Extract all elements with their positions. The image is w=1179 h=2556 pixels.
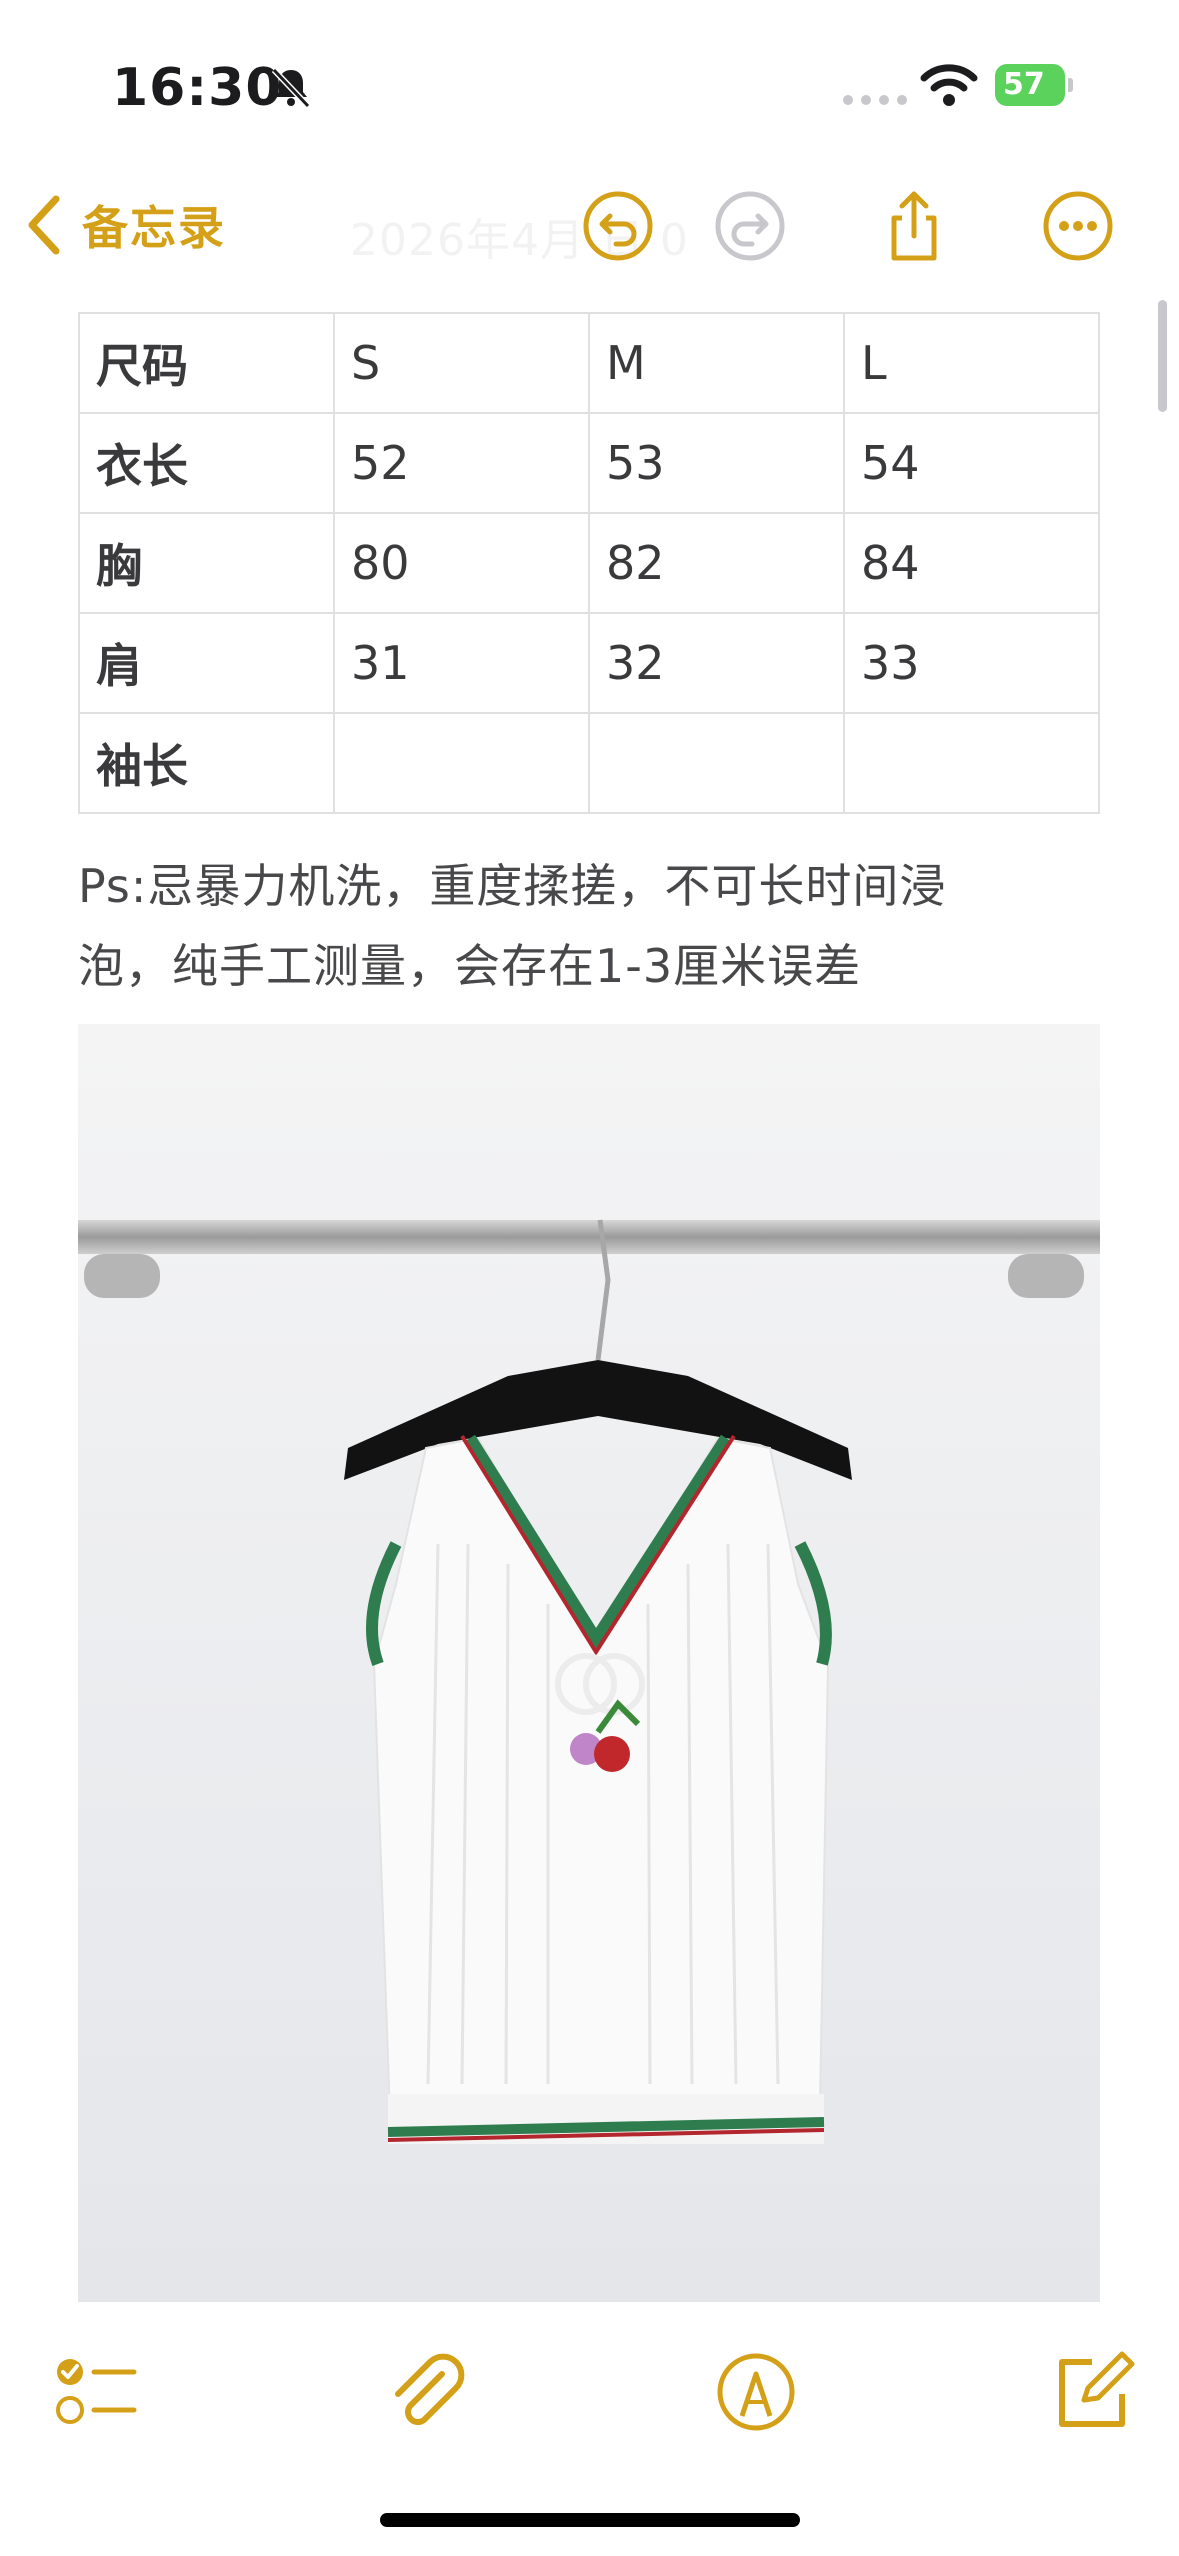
wifi-icon bbox=[920, 62, 978, 108]
attachment-button[interactable] bbox=[382, 2348, 470, 2436]
table-row: 尺码 S M L bbox=[78, 312, 1100, 414]
table-row: 袖长 bbox=[78, 712, 1100, 814]
table-cell[interactable]: 31 bbox=[333, 612, 590, 714]
scroll-indicator[interactable] bbox=[1158, 300, 1167, 412]
size-table: 尺码 S M L 衣长 52 53 54 胸 80 82 84 肩 31 32 … bbox=[78, 312, 1100, 814]
table-cell[interactable]: 尺码 bbox=[78, 312, 335, 414]
share-icon bbox=[891, 191, 937, 261]
chevron-left-icon bbox=[28, 195, 60, 255]
table-cell[interactable]: S bbox=[333, 312, 590, 414]
back-button[interactable]: 备忘录 bbox=[24, 190, 226, 260]
markup-button[interactable] bbox=[712, 2348, 800, 2436]
table-cell[interactable]: 胸 bbox=[78, 512, 335, 614]
undo-icon bbox=[583, 191, 653, 261]
table-row: 衣长 52 53 54 bbox=[78, 412, 1100, 514]
battery-level: 57 bbox=[1003, 67, 1045, 102]
share-button[interactable] bbox=[876, 188, 952, 264]
undo-button[interactable] bbox=[580, 188, 656, 264]
status-time: 16:30 bbox=[112, 58, 283, 118]
table-cell[interactable]: 82 bbox=[588, 512, 845, 614]
table-cell[interactable]: 袖长 bbox=[78, 712, 335, 814]
compose-button[interactable] bbox=[1048, 2348, 1136, 2436]
table-cell[interactable] bbox=[588, 712, 845, 814]
nav-bar: 备忘录 2026年4月 日 0 bbox=[0, 170, 1179, 290]
table-cell[interactable]: 53 bbox=[588, 412, 845, 514]
home-indicator[interactable] bbox=[380, 2513, 800, 2527]
more-icon bbox=[1043, 191, 1113, 261]
table-cell[interactable]: 84 bbox=[843, 512, 1100, 614]
compose-icon bbox=[1059, 2351, 1135, 2427]
note-text[interactable]: Ps:忌暴力机洗，重度揉搓，不可长时间浸 泡，纯手工测量，会存在1-3厘米误差 bbox=[78, 846, 1108, 1006]
table-cell[interactable]: 33 bbox=[843, 612, 1100, 714]
redo-icon bbox=[715, 191, 785, 261]
bell-muted-icon bbox=[268, 64, 314, 110]
attachment-icon bbox=[395, 2353, 465, 2425]
table-cell[interactable]: 54 bbox=[843, 412, 1100, 514]
table-row: 肩 31 32 33 bbox=[78, 612, 1100, 714]
markup-icon bbox=[717, 2353, 795, 2431]
more-button[interactable] bbox=[1040, 188, 1116, 264]
table-cell[interactable] bbox=[333, 712, 590, 814]
table-cell[interactable]: 80 bbox=[333, 512, 590, 614]
note-line: 泡，纯手工测量，会存在1-3厘米误差 bbox=[78, 939, 862, 993]
bottom-toolbar bbox=[0, 2326, 1179, 2456]
note-line: Ps:忌暴力机洗，重度揉搓，不可长时间浸 bbox=[78, 859, 947, 913]
table-cell[interactable] bbox=[843, 712, 1100, 814]
checklist-icon bbox=[56, 2359, 137, 2424]
table-cell[interactable]: 衣长 bbox=[78, 412, 335, 514]
product-photo[interactable] bbox=[78, 1024, 1100, 2302]
status-bar: 16:30 57 bbox=[0, 0, 1179, 170]
battery-icon: 57 bbox=[995, 64, 1075, 108]
checklist-button[interactable] bbox=[52, 2348, 140, 2436]
back-label: 备忘录 bbox=[82, 201, 226, 255]
table-cell[interactable]: 52 bbox=[333, 412, 590, 514]
table-cell[interactable]: L bbox=[843, 312, 1100, 414]
table-cell[interactable]: M bbox=[588, 312, 845, 414]
table-cell[interactable]: 32 bbox=[588, 612, 845, 714]
redo-button[interactable] bbox=[712, 188, 788, 264]
table-cell[interactable]: 肩 bbox=[78, 612, 335, 714]
table-row: 胸 80 82 84 bbox=[78, 512, 1100, 614]
signal-icon bbox=[842, 92, 908, 106]
